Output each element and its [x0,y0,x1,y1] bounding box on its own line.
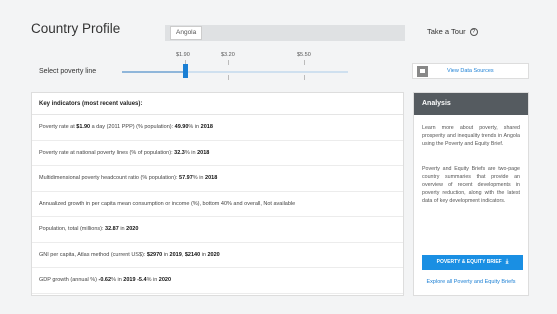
key-indicators-panel: Key indicators (most recent values): Pov… [31,92,404,296]
slider-tick-mark [304,75,305,80]
indicator-text: % in [146,277,159,283]
country-select[interactable]: Angola [165,25,405,41]
indicator-text: in [200,251,208,258]
poverty-line-tick-1: $1.90 [176,52,190,58]
take-a-tour-link[interactable]: Take a Tour? [427,27,478,37]
indicator-text: Multidimensional poverty headcount ratio… [39,175,180,181]
indicator-text: % in [111,277,124,283]
indicator-text: % in [184,149,198,156]
take-a-tour-label: Take a Tour [427,27,466,36]
poverty-line-slider-handle[interactable] [183,64,188,78]
view-data-sources-label: View Data Sources [447,68,494,74]
data-sources-icon [417,66,428,77]
indicator-row: GDP growth (annual %) -0.62% in 2019 -5.… [32,268,403,294]
indicator-value: 2019 [123,277,136,283]
indicator-value: -5.4 [137,277,147,283]
key-indicators-heading: Key indicators (most recent values): [32,93,403,115]
indicator-text: % in [192,175,206,181]
analysis-panel: Analysis Learn more about poverty, share… [413,92,529,296]
indicator-value: 57.97 [179,175,193,181]
indicator-value: 2020 [158,277,172,283]
indicator-value: 2018 [197,149,210,156]
brief-button-label: POVERTY & EQUITY BRIEF [436,259,502,265]
indicator-row: Poverty rate at national poverty lines (… [32,141,403,166]
slider-tick-mark [304,60,305,65]
poverty-line-tick-3: $5.50 [297,52,311,58]
indicator-value: -0.62 [98,277,112,283]
indicator-value: 2020 [207,251,220,258]
indicator-text: in [162,251,170,258]
poverty-line-label: Select poverty line [39,68,97,75]
country-select-value[interactable]: Angola [170,26,203,40]
poverty-line-slider-fill [122,71,185,73]
indicator-value: $2140 [184,251,201,258]
indicator-value: 2020 [126,226,139,232]
poverty-equity-brief-button[interactable]: POVERTY & EQUITY BRIEF ⤓ [422,255,523,270]
indicator-text: GDP growth (annual %) [39,277,99,283]
indicator-row: Population, total (millions): 32.87 in 2… [32,217,403,243]
explore-briefs-link[interactable]: Explore all Poverty and Equity Briefs [414,279,528,285]
page-title: Country Profile [31,21,121,36]
indicator-value: 2018 [200,124,213,130]
indicator-value: $2970 [146,251,163,258]
indicator-value: 49.90 [174,124,189,130]
download-icon: ⤓ [505,259,509,265]
indicator-value: 32.3 [174,149,185,156]
indicator-value: 2018 [205,175,218,181]
indicator-row: GNI per capita, Atlas method (current US… [32,243,403,268]
indicator-text: Poverty rate at national poverty lines (… [39,149,175,156]
poverty-line-tick-2: $3.20 [221,52,235,58]
analysis-paragraph: Poverty and Equity Briefs are two-page c… [422,166,520,204]
indicator-row: Poverty rate at $1.90 a day (2011 PPP) (… [32,115,403,141]
indicator-text: Annualized growth in per capita mean con… [39,200,296,207]
view-data-sources-button[interactable]: View Data Sources [412,63,529,79]
indicator-text: Poverty rate at [39,124,77,130]
analysis-paragraph: Learn more about poverty, shared prosper… [422,125,520,147]
indicator-text: % in [188,124,201,130]
slider-tick-mark [228,60,229,65]
slider-tick-mark [228,75,229,80]
indicator-value: 2019 [169,251,182,258]
indicator-row: Multidimensional poverty headcount ratio… [32,166,403,192]
indicator-text: Population, total (millions): [39,226,106,232]
analysis-title: Analysis [414,93,528,115]
indicator-row: Annualized growth in per capita mean con… [32,192,403,217]
indicator-value: 32.87 [105,226,119,232]
indicator-value: $1.90 [76,124,91,130]
help-circle-icon: ? [469,28,478,37]
indicator-text: GNI per capita, Atlas method (current US… [39,251,147,258]
indicator-text: a day (2011 PPP) (% population): [90,124,175,130]
